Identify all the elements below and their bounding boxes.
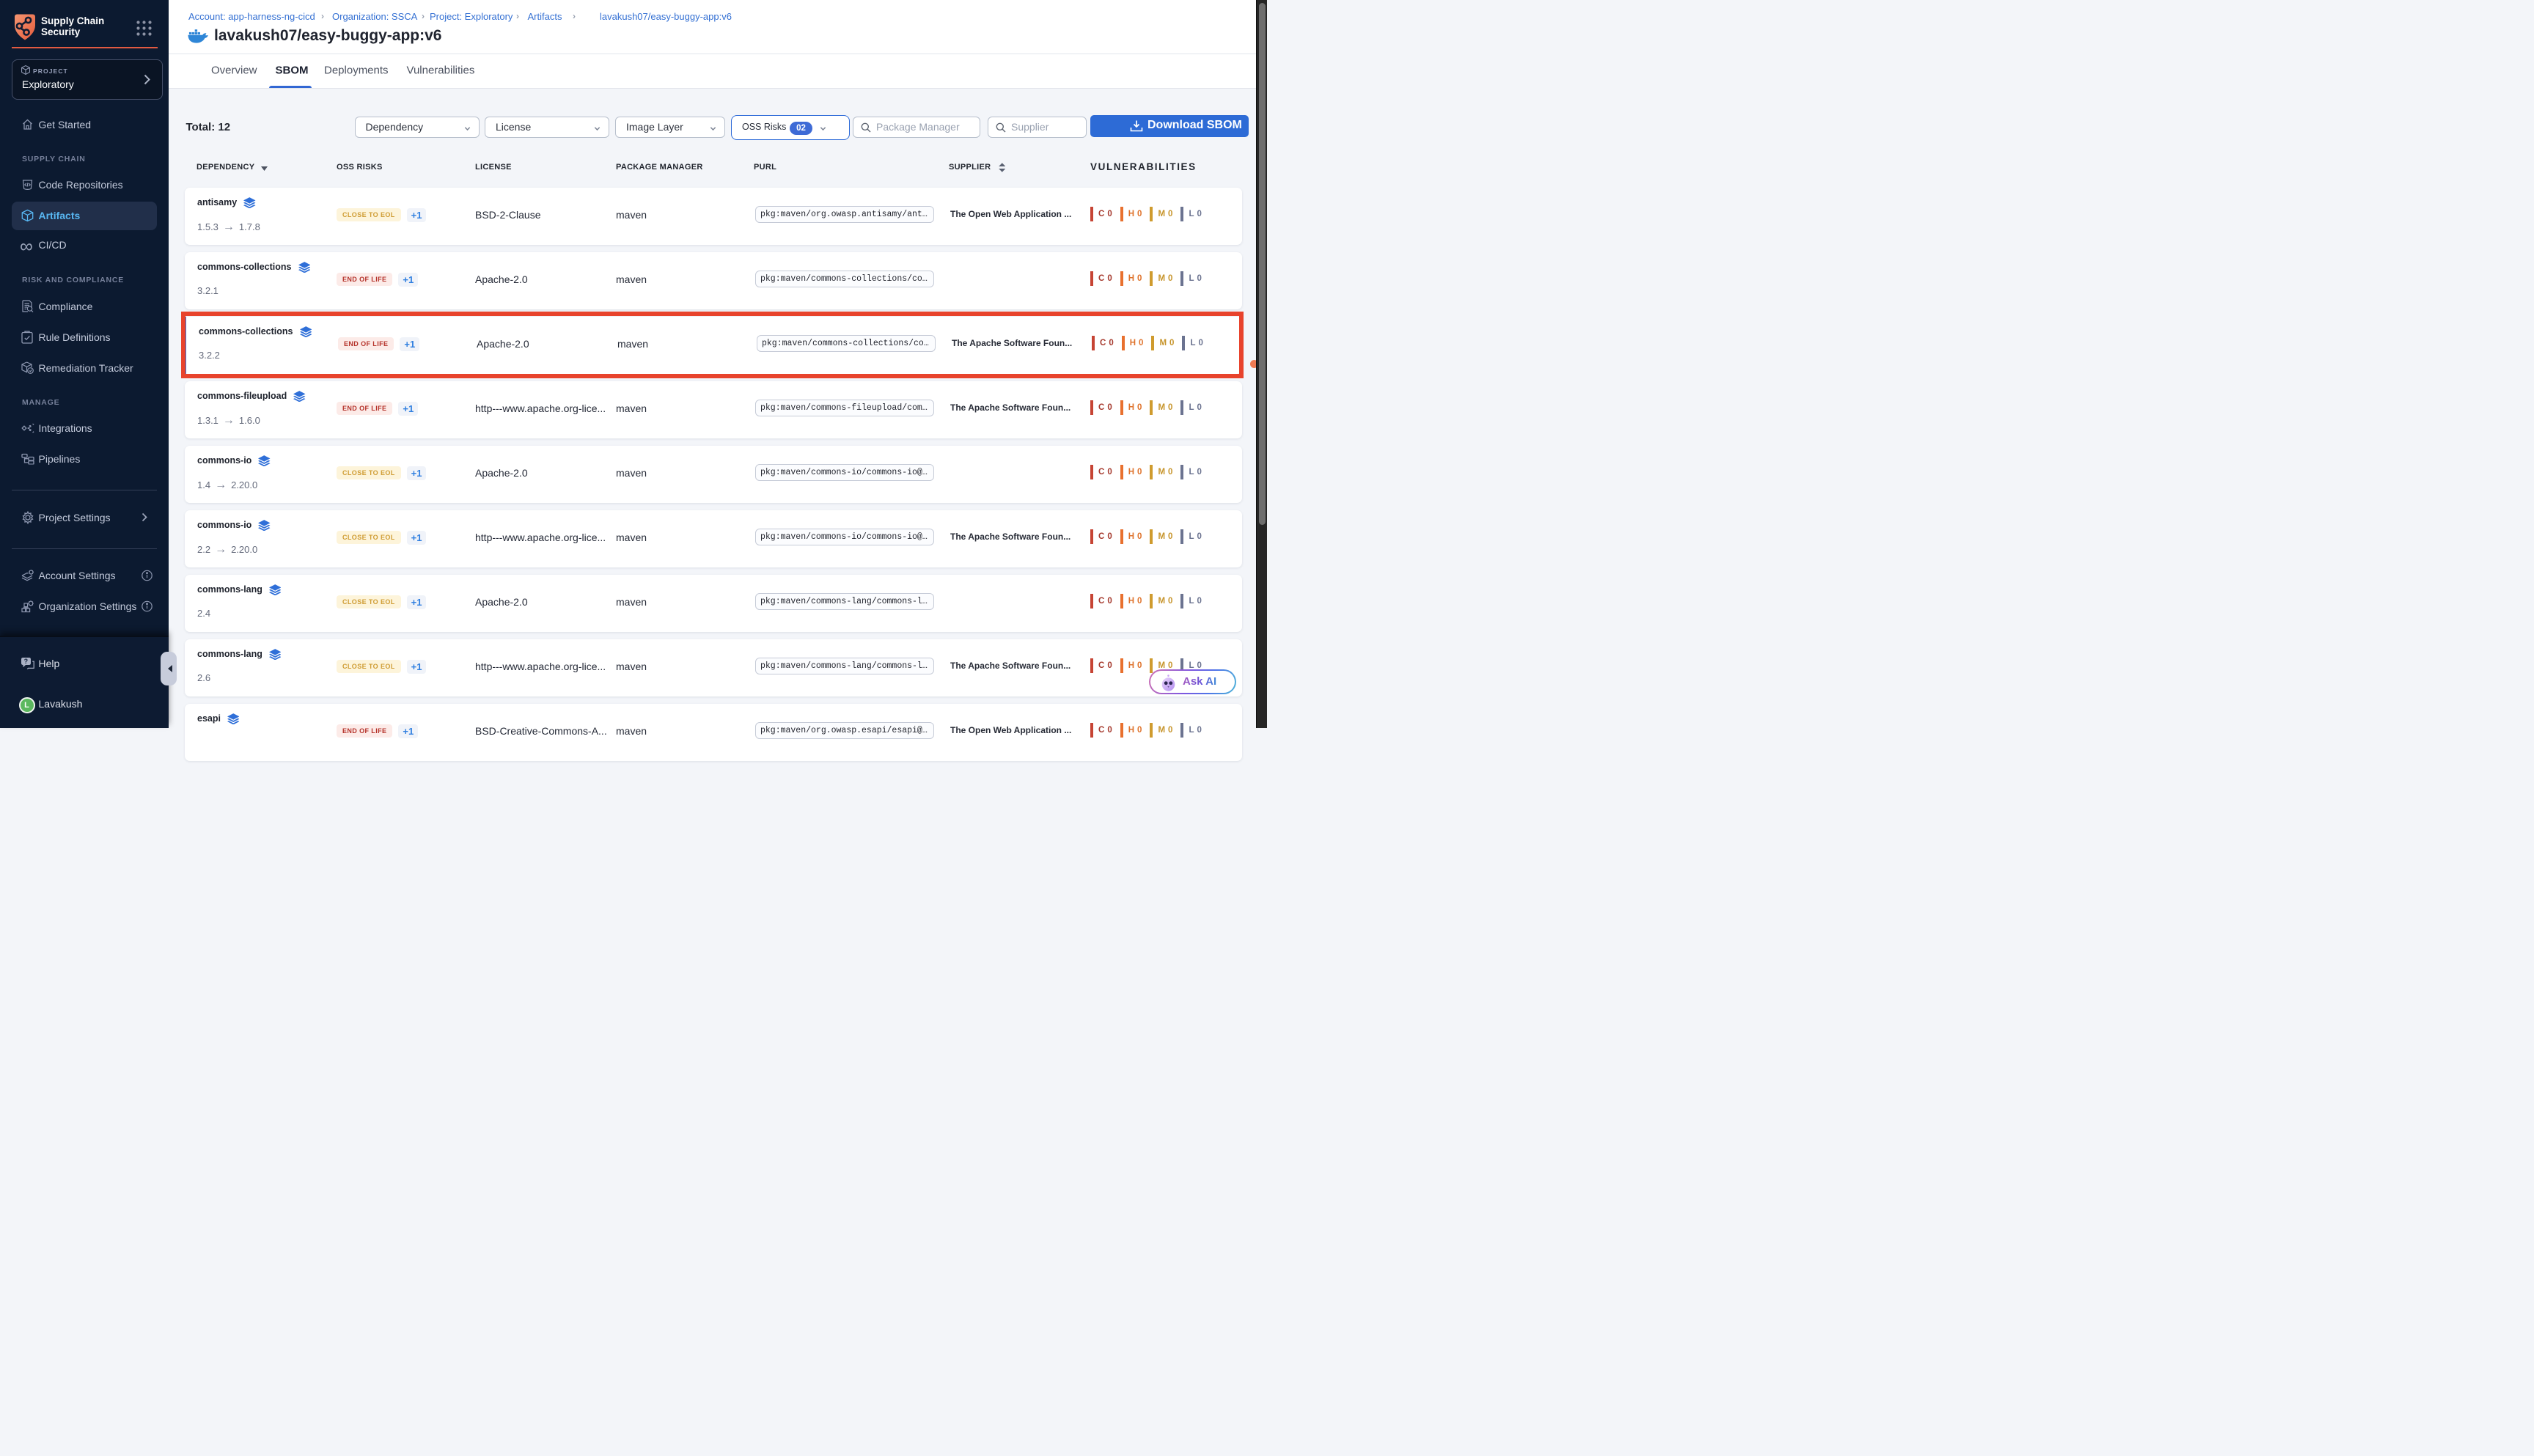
svg-text:?: ? (24, 658, 29, 665)
